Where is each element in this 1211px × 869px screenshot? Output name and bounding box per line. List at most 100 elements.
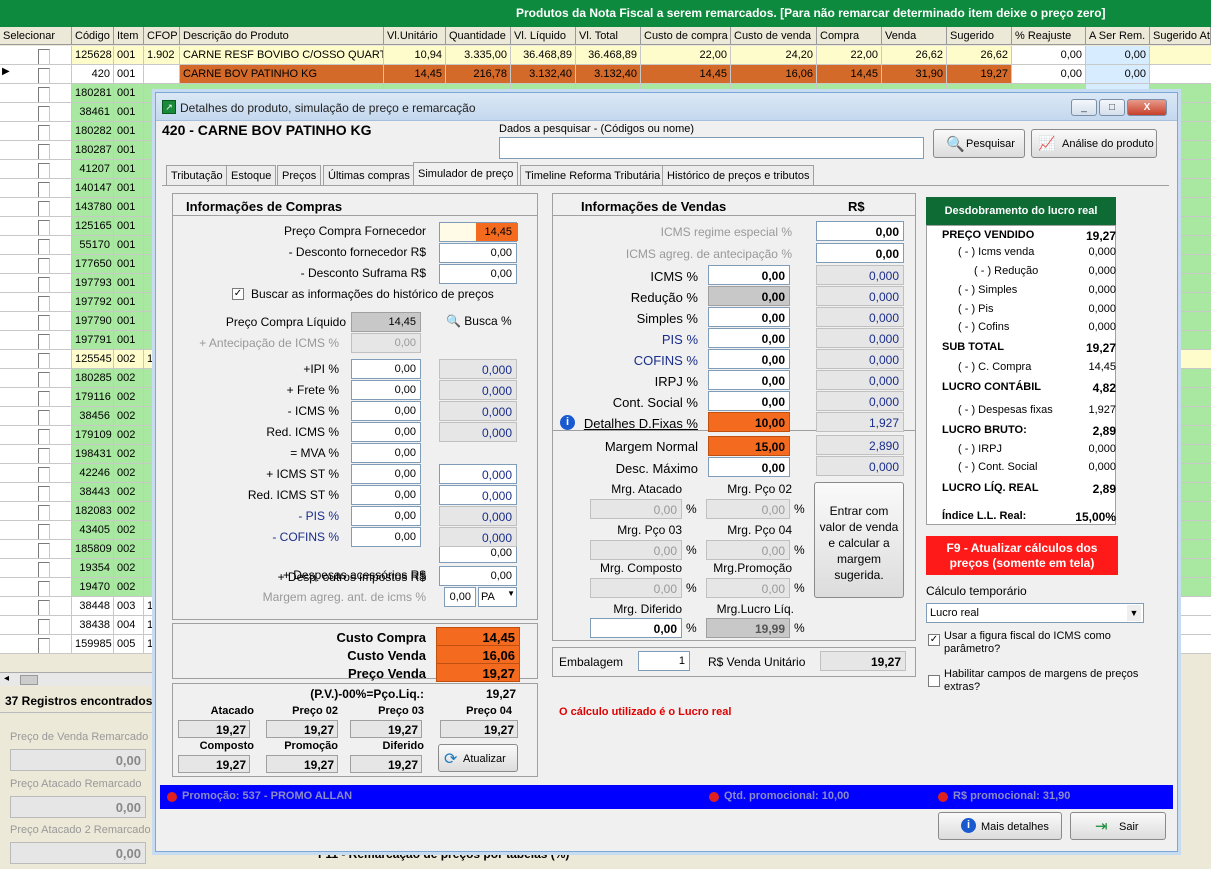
row-checkbox[interactable]: [38, 638, 50, 653]
col-compra[interactable]: Compra: [817, 27, 882, 45]
col-vltotal[interactable]: Vl. Total: [576, 27, 641, 45]
row-select-cell[interactable]: [0, 198, 72, 216]
vendas-contsoc-field[interactable]: 0,00: [708, 391, 790, 411]
row-checkbox[interactable]: [38, 258, 50, 273]
row-select-cell[interactable]: [0, 502, 72, 520]
col-descricao[interactable]: Descrição do Produto: [180, 27, 384, 45]
row-checkbox[interactable]: [38, 201, 50, 216]
vendas-pis-field[interactable]: 0,00: [708, 328, 790, 348]
col-item[interactable]: Item: [114, 27, 144, 45]
horizontal-scrollbar[interactable]: ◂: [0, 672, 155, 686]
row-select-cell[interactable]: [0, 179, 72, 197]
mais-detalhes-button[interactable]: i Mais detalhes: [938, 812, 1062, 840]
vendas-dfixas-field[interactable]: 10,00: [708, 412, 790, 432]
scroll-thumb[interactable]: [20, 675, 38, 685]
compras-redst-field[interactable]: 0,00: [351, 485, 421, 505]
row-select-cell[interactable]: [0, 521, 72, 539]
vendas-cofins-field[interactable]: 0,00: [708, 349, 790, 369]
row-checkbox[interactable]: [38, 410, 50, 425]
mrg-p02-field[interactable]: 0,00: [706, 499, 790, 519]
chevron-down-icon[interactable]: ▼: [1127, 605, 1141, 621]
embalagem-field[interactable]: 1: [638, 651, 690, 671]
compras-cofins-field[interactable]: 0,00: [351, 527, 421, 547]
row-checkbox[interactable]: [38, 49, 50, 64]
row-checkbox[interactable]: [38, 486, 50, 501]
vendas-irpj-field[interactable]: 0,00: [708, 370, 790, 390]
margem-agreg-field[interactable]: 0,00: [444, 587, 476, 607]
tab-simulador[interactable]: Simulador de preço: [413, 162, 519, 186]
col-venda[interactable]: Venda: [882, 27, 947, 45]
row-checkbox[interactable]: [38, 391, 50, 406]
row-checkbox[interactable]: [38, 125, 50, 140]
margens-extras-checkbox[interactable]: [928, 675, 940, 687]
col-aser-rem[interactable]: A Ser Rem.: [1086, 27, 1150, 45]
maximize-button[interactable]: □: [1099, 99, 1125, 116]
vendas-red-field[interactable]: 0,00: [708, 286, 790, 306]
col-custo-venda[interactable]: Custo de venda: [731, 27, 817, 45]
row-select-cell[interactable]: [0, 293, 72, 311]
compras-mva-field[interactable]: 0,00: [351, 443, 421, 463]
row-select-cell[interactable]: [0, 616, 72, 634]
row-checkbox[interactable]: [38, 581, 50, 596]
row-checkbox[interactable]: [38, 353, 50, 368]
row-select-cell[interactable]: [0, 597, 72, 615]
scroll-left-icon[interactable]: ◂: [4, 673, 9, 684]
row-checkbox[interactable]: [38, 334, 50, 349]
row-checkbox[interactable]: [38, 106, 50, 121]
row-checkbox[interactable]: [38, 315, 50, 330]
minimize-button[interactable]: _: [1071, 99, 1097, 116]
col-sugerido-atac[interactable]: Sugerido Atac: [1150, 27, 1211, 45]
row-select-cell[interactable]: [0, 407, 72, 425]
row-checkbox[interactable]: [38, 182, 50, 197]
search-button[interactable]: 🔍 Pesquisar: [933, 129, 1025, 158]
row-select-cell[interactable]: [0, 312, 72, 330]
row-checkbox[interactable]: [38, 524, 50, 539]
mrg-p04-field[interactable]: 0,00: [706, 540, 790, 560]
row-checkbox[interactable]: [38, 277, 50, 292]
icms-especial-field[interactable]: 0,00: [816, 221, 904, 241]
tab-tributacao[interactable]: Tributação: [166, 165, 228, 185]
row-checkbox[interactable]: [38, 600, 50, 615]
col-selecionar[interactable]: Selecionar: [0, 27, 72, 45]
entrar-valor-venda-button[interactable]: Entrar com valor de venda e calcular a m…: [814, 482, 904, 598]
row-select-cell[interactable]: [0, 540, 72, 558]
historico-checkbox[interactable]: ✓: [232, 288, 244, 300]
row-select-cell[interactable]: [0, 141, 72, 159]
row-checkbox[interactable]: [38, 505, 50, 520]
row-checkbox[interactable]: [38, 372, 50, 387]
tab-precos[interactable]: Preços: [277, 165, 322, 185]
outros-field[interactable]: 0,00: [439, 566, 517, 586]
row-select-cell[interactable]: [0, 350, 72, 368]
compras-ipi-field[interactable]: 0,00: [351, 359, 421, 379]
col-reajuste[interactable]: % Reajuste: [1012, 27, 1086, 45]
desc-fornecedor-field[interactable]: 0,00: [439, 243, 517, 263]
row-checkbox[interactable]: [38, 543, 50, 558]
vendas-simples-field[interactable]: 0,00: [708, 307, 790, 327]
compras-frete-field[interactable]: 0,00: [351, 380, 421, 400]
compras-icms-field[interactable]: 0,00: [351, 401, 421, 421]
row-select-cell[interactable]: [0, 217, 72, 235]
calc-temporario-select[interactable]: Lucro real ▼: [926, 603, 1144, 623]
row-checkbox[interactable]: [38, 239, 50, 254]
mrg-diferido-field[interactable]: 0,00: [590, 618, 682, 638]
margem-normal-field[interactable]: 15,00: [708, 436, 790, 456]
info-icon[interactable]: i: [560, 415, 575, 430]
mrg-p03-field[interactable]: 0,00: [590, 540, 682, 560]
row-checkbox[interactable]: [38, 87, 50, 102]
icms-agreg-field[interactable]: 0,00: [816, 243, 904, 263]
mrg-composto-field[interactable]: 0,00: [590, 578, 682, 598]
tab-timeline[interactable]: Timeline Reforma Tributária: [520, 165, 666, 185]
row-checkbox[interactable]: [38, 68, 50, 83]
f9-atualizar-button[interactable]: F9 - Atualizar cálculos dos preços (some…: [926, 536, 1118, 575]
row-select-cell[interactable]: [0, 274, 72, 292]
vendas-icms-field[interactable]: 0,00: [708, 265, 790, 285]
row-select-cell[interactable]: [0, 46, 72, 64]
row-select-cell[interactable]: ▶: [0, 65, 72, 83]
pa-remarcado-field[interactable]: 0,00: [10, 796, 146, 818]
compras-pis-field[interactable]: 0,00: [351, 506, 421, 526]
chevron-down-icon[interactable]: ▼: [507, 589, 515, 598]
figura-fiscal-checkbox[interactable]: ✓: [928, 634, 940, 646]
col-sugerido[interactable]: Sugerido: [947, 27, 1012, 45]
col-cfop[interactable]: CFOP: [144, 27, 180, 45]
close-button[interactable]: X: [1127, 99, 1167, 116]
